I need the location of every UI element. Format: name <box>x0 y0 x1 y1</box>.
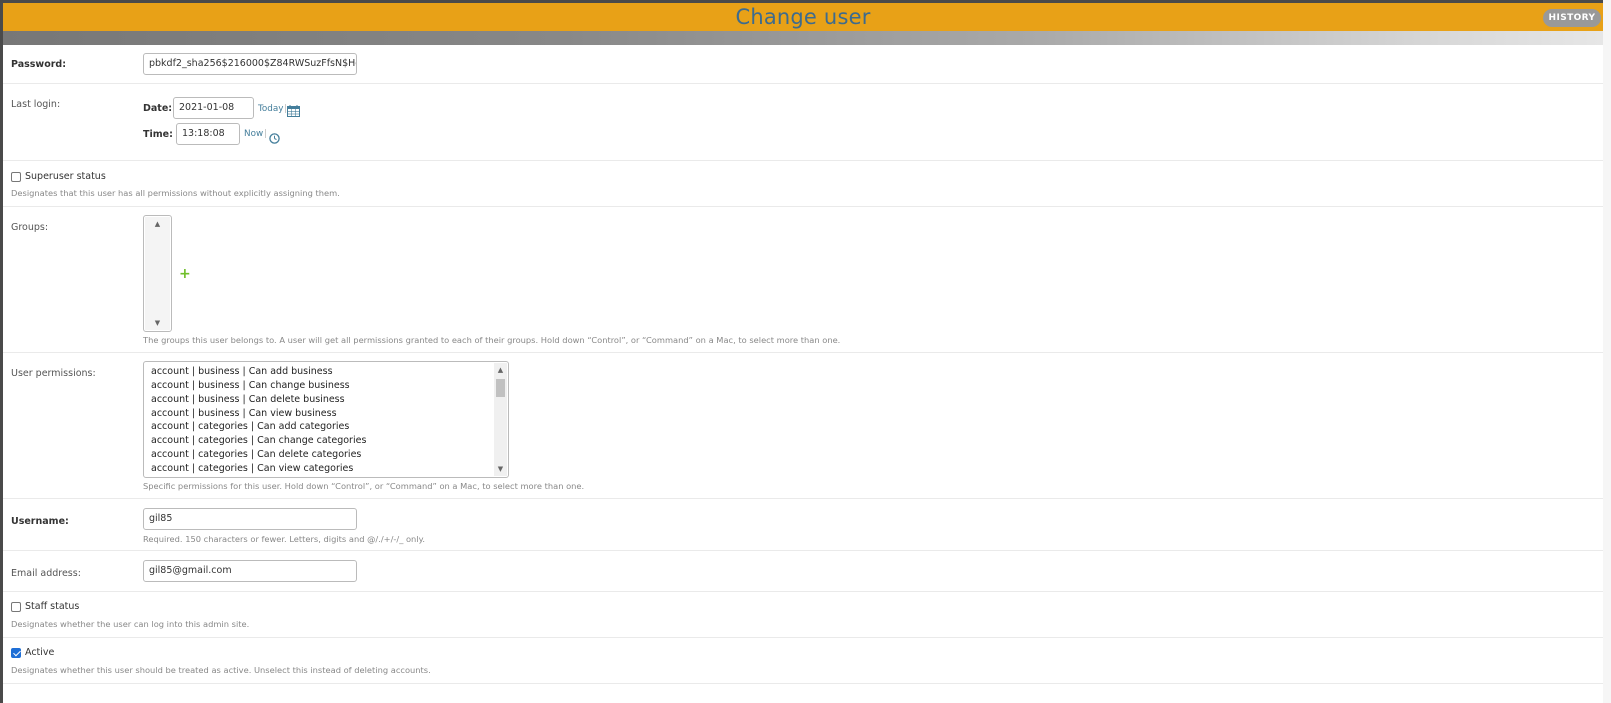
last-login-row: Last login: Date: 2021-01-08 Today | Tim… <box>3 84 1603 161</box>
list-item[interactable]: account | categories | Can add categorie… <box>151 421 349 432</box>
scroll-thumb[interactable] <box>496 379 505 397</box>
list-item[interactable]: account | categories | Can change catego… <box>151 435 366 446</box>
page-header: Change user HISTORY <box>3 3 1603 31</box>
date-input[interactable]: 2021-01-08 <box>173 97 254 119</box>
list-item[interactable]: account | categories | Can view categori… <box>151 463 353 474</box>
password-field[interactable]: pbkdf2_sha256$216000$Z84RWSuzFfsN$Hc <box>143 53 357 75</box>
clock-icon[interactable] <box>269 129 280 144</box>
groups-scrollbar[interactable]: ▲ ▼ <box>145 217 170 330</box>
permissions-scrollbar[interactable]: ▲ ▼ <box>494 363 507 476</box>
username-label: Username: <box>11 516 69 527</box>
username-row: Username: gil85 Required. 150 characters… <box>3 499 1603 551</box>
email-row: Email address: gil85@gmail.com <box>3 551 1603 592</box>
time-input[interactable]: 13:18:08 <box>176 123 240 145</box>
list-item[interactable]: account | categories | Can delete catego… <box>151 449 361 460</box>
password-label: Password: <box>11 59 67 70</box>
username-help: Required. 150 characters or fewer. Lette… <box>143 534 425 544</box>
list-item[interactable]: account | business | Can view business <box>151 408 337 419</box>
last-login-label: Last login: <box>11 99 61 110</box>
active-help: Designates whether this user should be t… <box>11 665 431 675</box>
password-row: Password: pbkdf2_sha256$216000$Z84RWSuzF… <box>3 45 1603 84</box>
email-label: Email address: <box>11 568 81 579</box>
user-permissions-help: Specific permissions for this user. Hold… <box>143 481 585 491</box>
page-title: Change user <box>735 5 871 29</box>
staff-help: Designates whether the user can log into… <box>11 619 250 629</box>
groups-select[interactable]: ▲ ▼ <box>143 215 172 332</box>
staff-checkbox[interactable] <box>11 602 21 612</box>
change-user-form: Password: pbkdf2_sha256$216000$Z84RWSuzF… <box>3 45 1603 703</box>
staff-label: Staff status <box>25 601 80 612</box>
email-field[interactable]: gil85@gmail.com <box>143 560 357 582</box>
superuser-checkbox[interactable] <box>11 172 21 182</box>
groups-help: The groups this user belongs to. A user … <box>143 335 841 345</box>
scroll-up-icon[interactable]: ▲ <box>494 364 507 376</box>
add-group-plus-icon[interactable]: + <box>179 267 191 281</box>
active-label: Active <box>25 647 55 658</box>
user-permissions-select[interactable]: account | business | Can add business ac… <box>143 361 509 478</box>
history-button[interactable]: HISTORY <box>1543 9 1601 27</box>
now-link[interactable]: Now <box>244 129 263 139</box>
calendar-icon[interactable] <box>287 102 300 117</box>
scroll-down-icon[interactable]: ▼ <box>494 463 507 475</box>
scroll-down-icon[interactable]: ▼ <box>145 317 170 329</box>
username-field[interactable]: gil85 <box>143 508 357 530</box>
user-permissions-label: User permissions: <box>11 368 96 379</box>
superuser-row: Superuser status Designates that this us… <box>3 161 1603 207</box>
right-gutter <box>1603 0 1611 703</box>
list-item[interactable]: account | business | Can add business <box>151 366 333 377</box>
groups-row: Groups: ▲ ▼ + The groups this user belon… <box>3 207 1603 353</box>
header-gradient-bar <box>3 31 1603 45</box>
active-row: Active Designates whether this user shou… <box>3 638 1603 684</box>
date-label: Date: <box>143 103 173 114</box>
today-link[interactable]: Today <box>258 104 283 114</box>
list-item[interactable]: account | business | Can delete business <box>151 394 345 405</box>
superuser-label: Superuser status <box>25 171 106 182</box>
scroll-up-icon[interactable]: ▲ <box>145 218 170 230</box>
time-separator: | <box>264 129 267 139</box>
staff-row: Staff status Designates whether the user… <box>3 592 1603 638</box>
groups-label: Groups: <box>11 222 49 233</box>
superuser-help: Designates that this user has all permis… <box>11 188 340 198</box>
user-permissions-row: User permissions: account | business | C… <box>3 353 1603 499</box>
list-item[interactable]: account | business | Can change business <box>151 380 350 391</box>
active-checkbox[interactable] <box>11 648 21 658</box>
time-label: Time: <box>143 129 173 140</box>
